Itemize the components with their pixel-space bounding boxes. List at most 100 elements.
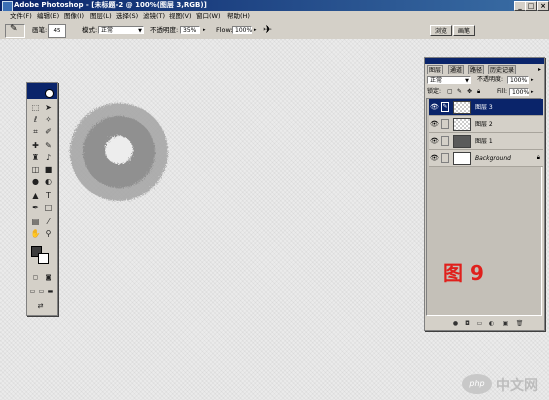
link-box[interactable] (441, 153, 449, 163)
adjustment-layer-icon[interactable]: ◐ (487, 320, 496, 328)
opacity-input[interactable]: 35% (180, 26, 200, 34)
magic-wand-tool-icon[interactable]: ✧ (43, 115, 54, 125)
lasso-tool-icon[interactable]: ℓ (30, 115, 41, 125)
mode-select[interactable]: 正常 ▼ (98, 26, 144, 34)
flow-label: Flow: (216, 26, 233, 34)
layer-row-background[interactable]: 👁︎ Background 🔒︎ (429, 150, 543, 167)
healing-brush-icon[interactable]: ✚ (30, 141, 41, 151)
brush-size-picker[interactable]: 45 (48, 24, 66, 38)
chevron-down-icon: ▼ (138, 28, 142, 34)
lock-position-icon[interactable]: ✥ (467, 88, 472, 96)
toolbox-panel: ⬚ ➤ ℓ ✧ ⌗ ✐ ✚ ✎ ♜ ♪ ◫ ■ ● ◐ ▲ T ✒ □ ▤ ⁄ … (26, 82, 58, 316)
tab-label: 历史记录 (490, 67, 515, 74)
tab-brushes[interactable]: 画笔 (453, 25, 475, 36)
menu-select[interactable]: 选择(S) (116, 11, 138, 21)
brush-size-value: 45 (53, 28, 61, 34)
slice-tool-icon[interactable]: ✐ (43, 127, 54, 137)
marquee-tool-icon[interactable]: ⬚ (30, 103, 41, 113)
tab-history[interactable]: 历史记录 (488, 65, 517, 74)
hand-tool-icon[interactable]: ✋ (30, 229, 41, 239)
visibility-eye-icon[interactable]: 👁︎ (430, 119, 439, 129)
notes-tool-icon[interactable]: ▤ (30, 217, 41, 227)
jump-to-imageready-icon[interactable]: ⇄ (35, 301, 46, 311)
clone-stamp-icon[interactable]: ♜ (30, 153, 41, 163)
lock-icon: 🔒︎ (536, 154, 540, 161)
tab-file-browser[interactable]: 浏览 (430, 25, 452, 36)
title-bar: Adobe Photoshop - [未标题-2 @ 100%(图层 3,RGB… (0, 0, 549, 12)
new-layer-icon[interactable]: ▣ (501, 320, 510, 328)
panel-titlebar[interactable] (425, 58, 544, 64)
tab-channels[interactable]: 通道 (448, 65, 465, 74)
chevron-right-icon[interactable]: ▸ (203, 26, 206, 34)
visibility-eye-icon[interactable]: 👁︎ (430, 136, 439, 146)
brush-label: 画笔: (32, 26, 48, 34)
flow-input[interactable]: 100% (232, 26, 252, 34)
standard-mode-icon[interactable]: ▢ (30, 273, 41, 283)
type-tool-icon[interactable]: T (43, 191, 54, 201)
chevron-right-icon[interactable]: ▸ (254, 26, 257, 34)
window-title: Adobe Photoshop - [未标题-2 @ 100%(图层 3,RGB… (14, 1, 207, 9)
lock-all-icon[interactable]: 🔒︎ (477, 88, 480, 96)
link-box[interactable] (441, 136, 449, 146)
crop-tool-icon[interactable]: ⌗ (30, 127, 41, 137)
lock-label: 锁定: (427, 88, 442, 95)
lock-pixels-icon[interactable]: ✎ (457, 88, 462, 96)
move-tool-icon[interactable]: ➤ (43, 103, 54, 113)
tool-preset-picker[interactable]: ✎ (5, 24, 25, 38)
pen-tool-icon[interactable]: ✒ (30, 203, 41, 213)
flow-value: 100% (235, 27, 253, 34)
menu-file[interactable]: 文件(F) (10, 11, 32, 21)
layer-opacity-label: 不透明度: (477, 76, 504, 83)
layer-row-layer-1[interactable]: 👁︎ 图层 1 (429, 133, 543, 150)
layer-name: 图层 3 (475, 104, 493, 111)
layer-row-layer-2[interactable]: 👁︎ 图层 2 (429, 116, 543, 133)
airbrush-icon[interactable]: ✈ (263, 23, 272, 36)
php-logo-icon: php (462, 374, 492, 394)
path-selection-icon[interactable]: ▲ (30, 191, 41, 201)
blend-mode-select[interactable]: 正常 ▼ (427, 76, 471, 84)
menu-edit[interactable]: 编辑(E) (37, 11, 59, 21)
layer-opacity-input[interactable]: 100% (507, 76, 529, 84)
new-set-icon[interactable]: ▭ (475, 320, 484, 328)
chevron-right-icon[interactable]: ▸ (531, 88, 534, 96)
menu-window[interactable]: 窗口(W) (196, 11, 221, 21)
delete-layer-icon[interactable]: 🗑︎ (515, 320, 524, 328)
layer-thumbnail (453, 101, 471, 114)
add-mask-icon[interactable]: ◘ (463, 320, 472, 328)
gradient-tool-icon[interactable]: ■ (43, 165, 54, 175)
blur-tool-icon[interactable]: ● (30, 177, 41, 187)
zoom-tool-icon[interactable]: ⚲ (43, 229, 54, 239)
fill-input[interactable]: 100% (509, 88, 529, 96)
menu-layer[interactable]: 图层(L) (90, 11, 112, 21)
history-brush-icon[interactable]: ♪ (43, 153, 54, 163)
layer-row-layer-3[interactable]: 👁︎ ✎ 图层 3 (429, 99, 543, 116)
dodge-tool-icon[interactable]: ◐ (43, 177, 54, 187)
mode-value: 正常 (101, 27, 114, 34)
chevron-down-icon: ▼ (465, 78, 469, 84)
chevron-right-icon[interactable]: ▸ (531, 76, 534, 84)
eraser-tool-icon[interactable]: ◫ (30, 165, 41, 175)
tab-label: 图层 (429, 67, 442, 74)
brush-tool-icon[interactable]: ✎ (43, 141, 54, 151)
adobe-online-logo[interactable] (27, 88, 57, 99)
background-color-swatch[interactable] (38, 253, 49, 264)
visibility-eye-icon[interactable]: 👁︎ (430, 102, 439, 112)
menu-help[interactable]: 帮助(H) (227, 11, 250, 21)
visibility-eye-icon[interactable]: 👁︎ (430, 153, 439, 163)
layer-name: 图层 1 (475, 138, 493, 145)
menu-view[interactable]: 视图(V) (169, 11, 192, 21)
layer-style-icon[interactable]: ● (451, 320, 460, 328)
menu-image[interactable]: 图像(I) (64, 11, 84, 21)
quick-mask-icon[interactable]: ◙ (43, 273, 54, 283)
shape-tool-icon[interactable]: □ (43, 203, 54, 213)
close-button[interactable]: × (537, 1, 549, 11)
link-box[interactable] (441, 119, 449, 129)
lock-transparency-icon[interactable]: ▢ (447, 88, 453, 96)
tab-paths[interactable]: 路径 (468, 65, 485, 74)
eyedropper-tool-icon[interactable]: ⁄ (43, 217, 54, 227)
menu-filter[interactable]: 滤镜(T) (143, 11, 165, 21)
maximize-button[interactable]: □ (525, 1, 537, 11)
panel-menu-icon[interactable]: ▸ (538, 66, 541, 73)
screen-mode-full-icon[interactable]: ▬ (45, 287, 56, 297)
tab-layers[interactable]: 图层 (427, 65, 444, 74)
